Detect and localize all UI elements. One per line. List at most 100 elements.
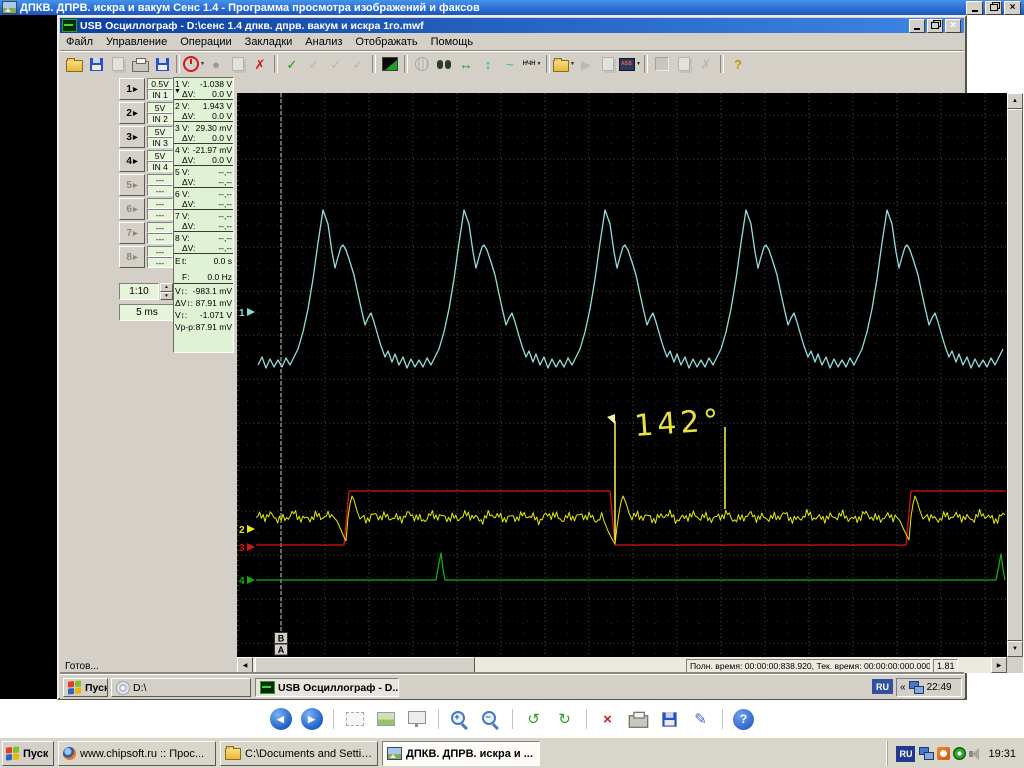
start-button[interactable]: Пуск — [2, 741, 54, 766]
channel-3-marker-label[interactable]: 3 — [239, 543, 245, 554]
channel-3-marker-icon[interactable] — [247, 543, 255, 551]
close-button[interactable]: × — [945, 18, 961, 33]
scroll-down-button[interactable]: ▼ — [1007, 641, 1023, 657]
vertical-scrollbar[interactable]: ▲ ▼ — [1007, 93, 1023, 657]
network-icon[interactable] — [919, 747, 935, 760]
open-file-button[interactable] — [63, 54, 85, 75]
spin-up-button[interactable]: ▲ — [160, 283, 173, 292]
channel-2-marker-icon[interactable] — [247, 525, 255, 533]
zoom-out-button[interactable]: − — [479, 707, 503, 731]
record-button[interactable]: ● — [205, 54, 227, 75]
print-image-button[interactable] — [627, 707, 651, 731]
menu-item-3[interactable]: Операции — [174, 34, 238, 50]
network-icon[interactable] — [908, 681, 924, 694]
channel-1-marker-label[interactable]: 1 — [239, 308, 245, 319]
channel-8-button[interactable]: 8 ▶ — [119, 246, 145, 268]
actual-size-button[interactable] — [374, 707, 398, 731]
start-slideshow-button[interactable] — [405, 707, 429, 731]
channel-6-button[interactable]: 6 ▶ — [119, 198, 145, 220]
volume-icon[interactable] — [969, 747, 982, 760]
scroll-up-button[interactable]: ▲ — [1007, 93, 1023, 109]
oscilloscope-plot[interactable]: B A 142° 1 2 3 4 — [237, 93, 1007, 657]
measure-check-1-button[interactable]: ✓ — [281, 54, 303, 75]
search-button[interactable] — [433, 54, 455, 75]
help-button[interactable]: ? — [727, 54, 749, 75]
inner-task-oscilloscope[interactable]: USB Осциллограф - D... — [255, 678, 399, 697]
oscilloscope-titlebar[interactable]: USB Осциллограф - D:\сенс 1.4 дпкв. дпрв… — [60, 18, 964, 33]
minimize-button[interactable] — [909, 18, 925, 33]
range-value[interactable]: --- — [147, 222, 173, 233]
measure-mode-button[interactable]: НЧН ▼ — [521, 54, 543, 75]
menu-item-5[interactable]: Анализ — [299, 34, 349, 50]
menu-item-7[interactable]: Помощь — [425, 34, 481, 50]
minimize-button[interactable] — [966, 0, 983, 15]
input-name[interactable]: IN 1 — [147, 89, 173, 100]
taskbar-task[interactable]: C:\Documents and Settin... — [220, 741, 378, 766]
inner-language-indicator[interactable]: RU — [872, 679, 893, 694]
bookmark-panel-button[interactable]: ▼ — [619, 54, 641, 75]
menu-item-6[interactable]: Отображать — [349, 34, 424, 50]
menu-item-2[interactable]: Управление — [100, 34, 174, 50]
vertical-scroll-thumb[interactable] — [1007, 109, 1023, 641]
channel-3-button[interactable]: 3 ▶ — [119, 126, 145, 148]
taskbar-task[interactable]: ДПКВ. ДПРВ. искра и ... — [382, 741, 540, 766]
input-name[interactable]: IN 4 — [147, 161, 173, 172]
save-file-button[interactable] — [85, 54, 107, 75]
menu-item-1[interactable]: Файл — [60, 34, 100, 50]
range-value[interactable]: 5V — [147, 102, 173, 113]
save-image-button[interactable] — [658, 707, 682, 731]
channel-7-button[interactable]: 7 ▶ — [119, 222, 145, 244]
channel-5-button[interactable]: 5 ▶ — [119, 174, 145, 196]
inner-start-button[interactable]: Пуск — [63, 678, 108, 697]
range-value[interactable]: 0.5V — [147, 78, 173, 89]
tray-chevron[interactable]: « — [900, 682, 906, 693]
invert-display-button[interactable] — [379, 54, 401, 75]
antivirus-icon[interactable] — [953, 747, 967, 760]
range-value[interactable]: 5V — [147, 150, 173, 161]
spin-down-button[interactable]: ▼ — [160, 291, 173, 300]
restore-button[interactable] — [927, 18, 943, 33]
channel-4-marker-icon[interactable] — [247, 576, 255, 584]
scroll-right-button[interactable]: ▶ — [991, 657, 1007, 673]
close-button[interactable]: × — [1004, 0, 1021, 15]
input-name[interactable]: IN 2 — [147, 113, 173, 124]
restore-button[interactable] — [985, 0, 1002, 15]
input-name[interactable]: --- — [147, 233, 173, 244]
range-value[interactable]: --- — [147, 174, 173, 185]
fit-wave-button[interactable]: ~ — [499, 54, 521, 75]
best-fit-button[interactable] — [343, 707, 367, 731]
input-name[interactable]: IN 3 — [147, 137, 173, 148]
rotate-clockwise-button[interactable]: ↻ — [553, 707, 577, 731]
input-name[interactable]: --- — [147, 257, 173, 268]
range-value[interactable]: 5V — [147, 126, 173, 137]
next-image-button[interactable]: ▶ — [300, 707, 324, 731]
stop-acquisition-button[interactable]: ▼ — [183, 54, 205, 75]
range-value[interactable]: --- — [147, 198, 173, 209]
input-name[interactable]: --- — [147, 185, 173, 196]
fit-vertical-button[interactable]: ↕ — [477, 54, 499, 75]
zoom-in-button[interactable]: + — [448, 707, 472, 731]
export-image-button[interactable] — [151, 54, 173, 75]
edit-image-button[interactable]: ✎ — [689, 707, 713, 731]
channel-1-button[interactable]: 1 ▶ — [119, 78, 145, 100]
inner-task-drive[interactable]: D:\ — [111, 678, 251, 697]
channel-2-button[interactable]: 2 ▶ — [119, 102, 145, 124]
bookmarks-folder-button[interactable]: ▼ — [553, 54, 575, 75]
delete-image-button[interactable]: × — [596, 707, 620, 731]
clear-button[interactable]: ✗ — [249, 54, 271, 75]
language-indicator[interactable]: RU — [896, 745, 916, 762]
print-button[interactable] — [129, 54, 151, 75]
menu-item-4[interactable]: Закладки — [239, 34, 300, 50]
messenger-icon[interactable] — [937, 747, 951, 760]
channel-4-button[interactable]: 4 ▶ — [119, 150, 145, 172]
range-value[interactable]: --- — [147, 246, 173, 257]
fit-horizontal-button[interactable]: ↔ — [455, 54, 477, 75]
rotate-counterclockwise-button[interactable]: ↺ — [522, 707, 546, 731]
help-button[interactable]: ? — [732, 707, 756, 731]
previous-image-button[interactable]: ◀ — [269, 707, 293, 731]
channel-1-marker-icon[interactable] — [247, 308, 255, 316]
taskbar-task[interactable]: www.chipsoft.ru :: Прос... — [58, 741, 216, 766]
input-name[interactable]: --- — [147, 209, 173, 220]
channel-4-marker-label[interactable]: 4 — [239, 576, 245, 587]
channel-2-marker-label[interactable]: 2 — [239, 525, 245, 536]
